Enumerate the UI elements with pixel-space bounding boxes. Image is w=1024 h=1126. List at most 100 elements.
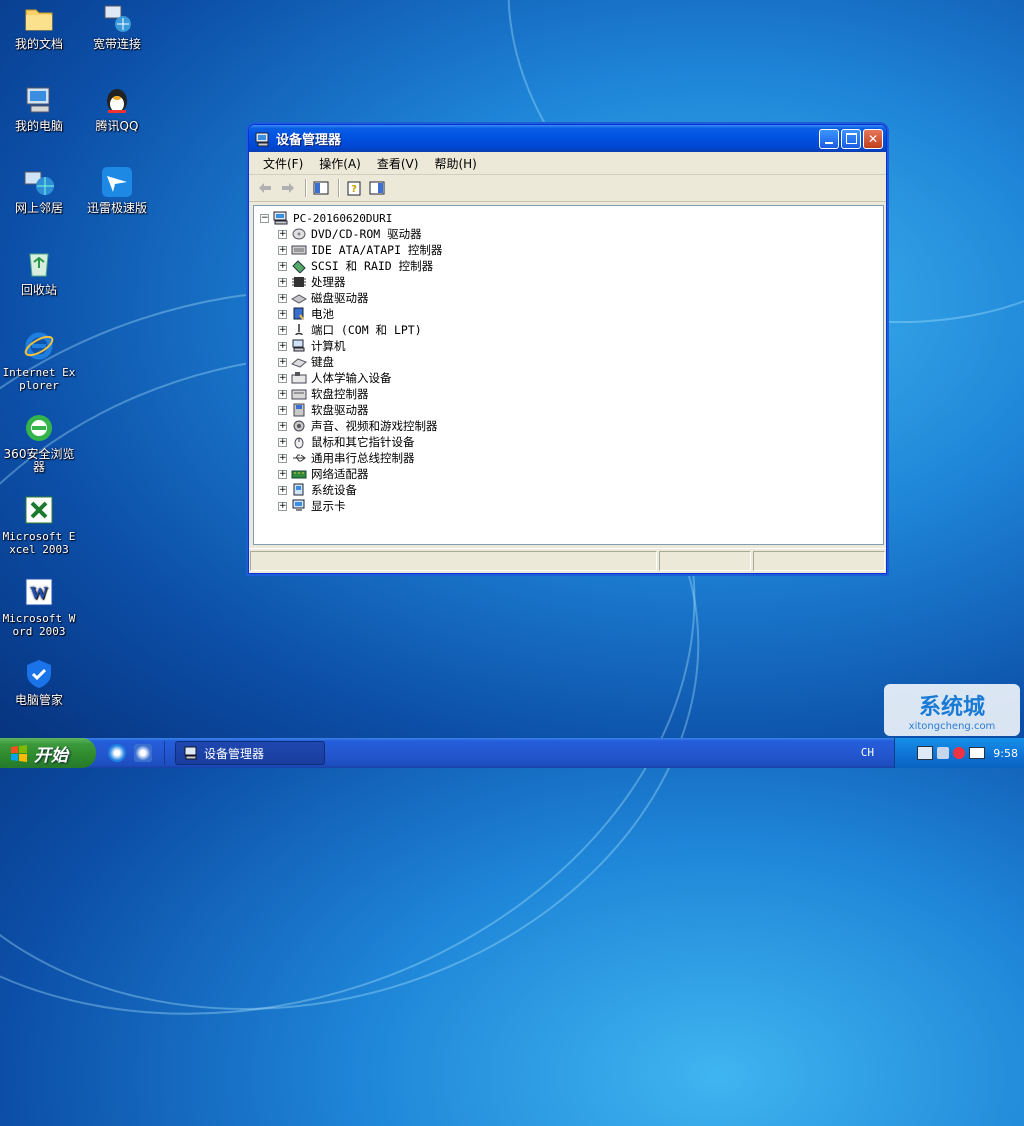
desktop-icon-360-browser[interactable]: 360安全浏览器: [0, 412, 78, 474]
expand-toggle[interactable]: +: [278, 245, 287, 255]
expand-toggle[interactable]: +: [278, 389, 287, 399]
menu-action[interactable]: 操作(A): [311, 153, 369, 174]
folder-icon: [23, 2, 55, 34]
menu-file[interactable]: 文件(F): [255, 153, 311, 174]
tree-node-label: 处理器: [311, 275, 346, 289]
properties-button[interactable]: ?: [344, 179, 364, 197]
start-button[interactable]: 开始: [0, 738, 96, 768]
show-hide-console-tree-button[interactable]: [311, 179, 331, 197]
device-manager-window[interactable]: 设备管理器 ✕ 文件(F) 操作(A) 查看(V) 帮助(H) ? − PC-2…: [248, 124, 887, 574]
expand-toggle[interactable]: +: [278, 293, 287, 303]
watermark-url: xitongcheng.com: [908, 720, 996, 732]
language-indicator[interactable]: CH: [861, 746, 874, 759]
tree-node-label: 网络适配器: [311, 467, 369, 481]
qq-penguin-icon: [101, 84, 133, 116]
tree-node[interactable]: + 软盘控制器: [278, 386, 442, 402]
svg-text:W: W: [30, 583, 48, 603]
volume-tray-icon[interactable]: [937, 747, 950, 759]
expand-toggle[interactable]: +: [278, 485, 287, 495]
minimize-icon: [825, 141, 833, 144]
show-hide-console-tree-icon: [313, 181, 329, 195]
tree-node[interactable]: + 鼠标和其它指针设备: [278, 434, 442, 450]
taskbar-button-label: 设备管理器: [204, 746, 265, 761]
status-cell-secondary: [659, 551, 751, 571]
desktop-icon-word[interactable]: W Microsoft Word 2003: [0, 576, 78, 638]
tree-node[interactable]: + 声音、视频和游戏控制器: [278, 418, 442, 434]
toolbar-separator: [305, 179, 307, 197]
system-tray: 9:58: [894, 738, 1024, 768]
mail-tray-icon[interactable]: [969, 747, 986, 759]
device-tree[interactable]: − PC-20160620DURI + DVD/CD-ROM 驱动器 + IDE AT…: [253, 205, 884, 545]
desktop-icon-my-computer[interactable]: 我的电脑: [0, 84, 78, 133]
back-button[interactable]: [255, 179, 275, 197]
tree-node[interactable]: + 电池: [278, 306, 442, 322]
computer-icon: [291, 339, 307, 353]
tree-node[interactable]: + 计算机: [278, 338, 442, 354]
display-adapter-icon: [291, 499, 307, 513]
expand-toggle[interactable]: +: [278, 501, 287, 511]
security-tray-icon[interactable]: [953, 747, 966, 759]
expand-toggle[interactable]: +: [278, 437, 287, 447]
tree-node[interactable]: + 通用串行总线控制器: [278, 450, 442, 466]
desktop-icon-broadband[interactable]: 宽带连接: [78, 2, 156, 51]
expand-toggle[interactable]: +: [278, 357, 287, 367]
desktop-icon-label: 我的电脑: [14, 119, 63, 133]
xunlei-bird-icon: [101, 166, 133, 198]
desktop-icon-qq[interactable]: 腾讯QQ: [78, 84, 156, 133]
expand-toggle[interactable]: +: [278, 341, 287, 351]
expand-toggle[interactable]: +: [278, 229, 287, 239]
titlebar[interactable]: 设备管理器 ✕: [249, 125, 886, 152]
desktop-icon-recycle-bin[interactable]: 回收站: [0, 248, 78, 297]
tree-node-label: 电池: [311, 307, 334, 321]
tree-node[interactable]: + 系统设备: [278, 482, 442, 498]
tree-node-label: IDE ATA/ATAPI 控制器: [311, 243, 443, 257]
tree-node[interactable]: + 显示卡: [278, 498, 442, 514]
internet-explorer-icon[interactable]: [108, 744, 126, 762]
tree-node[interactable]: + SCSI 和 RAID 控制器: [278, 258, 442, 274]
window-title: 设备管理器: [276, 133, 342, 148]
tree-root[interactable]: − PC-20160620DURI: [260, 210, 392, 226]
expand-toggle[interactable]: +: [278, 453, 287, 463]
maximize-button[interactable]: [841, 128, 861, 149]
taskbar-button-device-manager[interactable]: 设备管理器: [175, 741, 325, 765]
show-desktop-icon[interactable]: [134, 744, 152, 762]
collapse-toggle[interactable]: −: [260, 213, 269, 223]
desktop-icon-pc-manager[interactable]: 电脑管家: [0, 658, 78, 707]
tree-node[interactable]: + IDE ATA/ATAPI 控制器: [278, 242, 442, 258]
desktop-icon-excel[interactable]: Microsoft Excel 2003: [0, 494, 78, 556]
expand-toggle[interactable]: +: [278, 469, 287, 479]
tree-node[interactable]: + 软盘驱动器: [278, 402, 442, 418]
sound-icon: [291, 419, 307, 433]
forward-arrow-icon: [282, 183, 294, 193]
desktop-icon-label: Microsoft Excel 2003: [2, 530, 76, 556]
show-hide-action-pane-button[interactable]: [367, 179, 387, 197]
expand-toggle[interactable]: +: [278, 373, 287, 383]
tree-node-label: SCSI 和 RAID 控制器: [311, 259, 434, 273]
menu-help[interactable]: 帮助(H): [426, 153, 484, 174]
status-cell-tertiary: [753, 551, 885, 571]
tree-node[interactable]: + 磁盘驱动器: [278, 290, 442, 306]
desktop-icon-internet-explorer[interactable]: Internet Explorer: [0, 330, 78, 392]
tree-node[interactable]: + 端口 (COM 和 LPT): [278, 322, 442, 338]
network-tray-icon[interactable]: [917, 746, 934, 760]
expand-toggle[interactable]: +: [278, 309, 287, 319]
forward-button[interactable]: [278, 179, 298, 197]
desktop-icon-network-places[interactable]: 网上邻居: [0, 166, 78, 215]
desktop-icon-my-documents[interactable]: 我的文档: [0, 2, 78, 51]
minimize-button[interactable]: [819, 128, 839, 149]
expand-toggle[interactable]: +: [278, 405, 287, 415]
expand-toggle[interactable]: +: [278, 325, 287, 335]
close-button[interactable]: ✕: [863, 128, 883, 149]
expand-toggle[interactable]: +: [278, 261, 287, 271]
menu-view[interactable]: 查看(V): [369, 153, 427, 174]
tree-node[interactable]: + 网络适配器: [278, 466, 442, 482]
expand-toggle[interactable]: +: [278, 277, 287, 287]
keyboard-icon: [291, 355, 307, 369]
clock[interactable]: 9:58: [993, 747, 1018, 760]
tree-node[interactable]: + 键盘: [278, 354, 442, 370]
expand-toggle[interactable]: +: [278, 421, 287, 431]
tree-node[interactable]: + 人体学输入设备: [278, 370, 442, 386]
tree-node[interactable]: + DVD/CD-ROM 驱动器: [278, 226, 442, 242]
desktop-icon-xunlei[interactable]: 迅雷极速版: [78, 166, 156, 215]
tree-node[interactable]: + 处理器: [278, 274, 442, 290]
